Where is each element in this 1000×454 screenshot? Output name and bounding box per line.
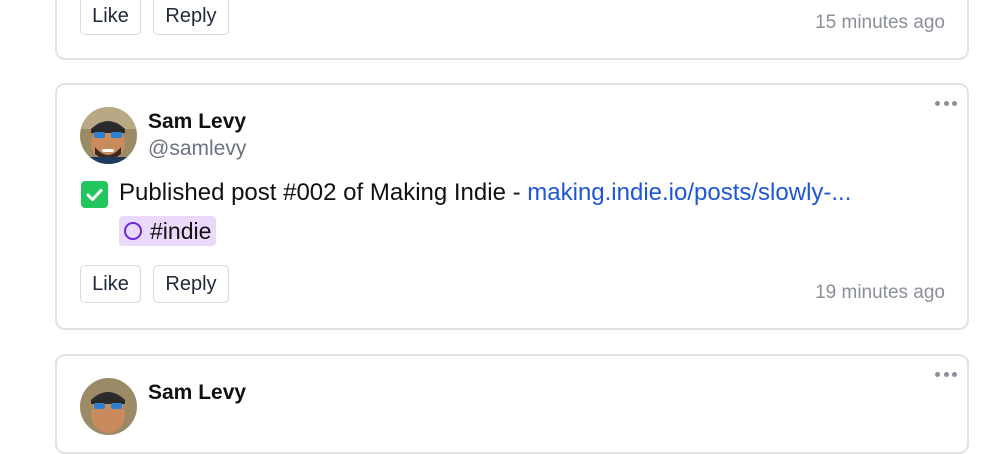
author-name[interactable]: Sam Levy <box>148 381 246 405</box>
tag-indie[interactable]: #indie <box>119 216 217 246</box>
post-card: Sam Levy <box>55 354 969 454</box>
post-body: Published post #002 of Making Indie - ma… <box>119 179 851 207</box>
author-handle[interactable]: @samlevy <box>148 137 246 161</box>
like-button[interactable]: Like <box>80 0 141 35</box>
circle-icon <box>124 222 142 240</box>
tag-label: #indie <box>150 217 212 244</box>
post-text: Published post #002 of Making Indie - <box>119 179 528 206</box>
post-link[interactable]: making.indie.io/posts/slowly-... <box>527 179 851 206</box>
post-timestamp: 19 minutes ago <box>815 282 945 303</box>
post-card: Sam Levy @samlevy Published post #002 of… <box>55 83 969 330</box>
post-card: Like Reply 15 minutes ago <box>55 0 969 60</box>
more-options-icon[interactable] <box>935 99 957 107</box>
like-button[interactable]: Like <box>80 265 141 303</box>
post-timestamp: 15 minutes ago <box>815 12 945 33</box>
checkmark-icon <box>81 181 108 208</box>
author-name[interactable]: Sam Levy <box>148 110 246 134</box>
avatar[interactable] <box>80 378 137 435</box>
reply-button[interactable]: Reply <box>153 0 229 35</box>
reply-button[interactable]: Reply <box>153 265 229 303</box>
more-options-icon[interactable] <box>935 370 957 378</box>
avatar[interactable] <box>80 107 137 164</box>
